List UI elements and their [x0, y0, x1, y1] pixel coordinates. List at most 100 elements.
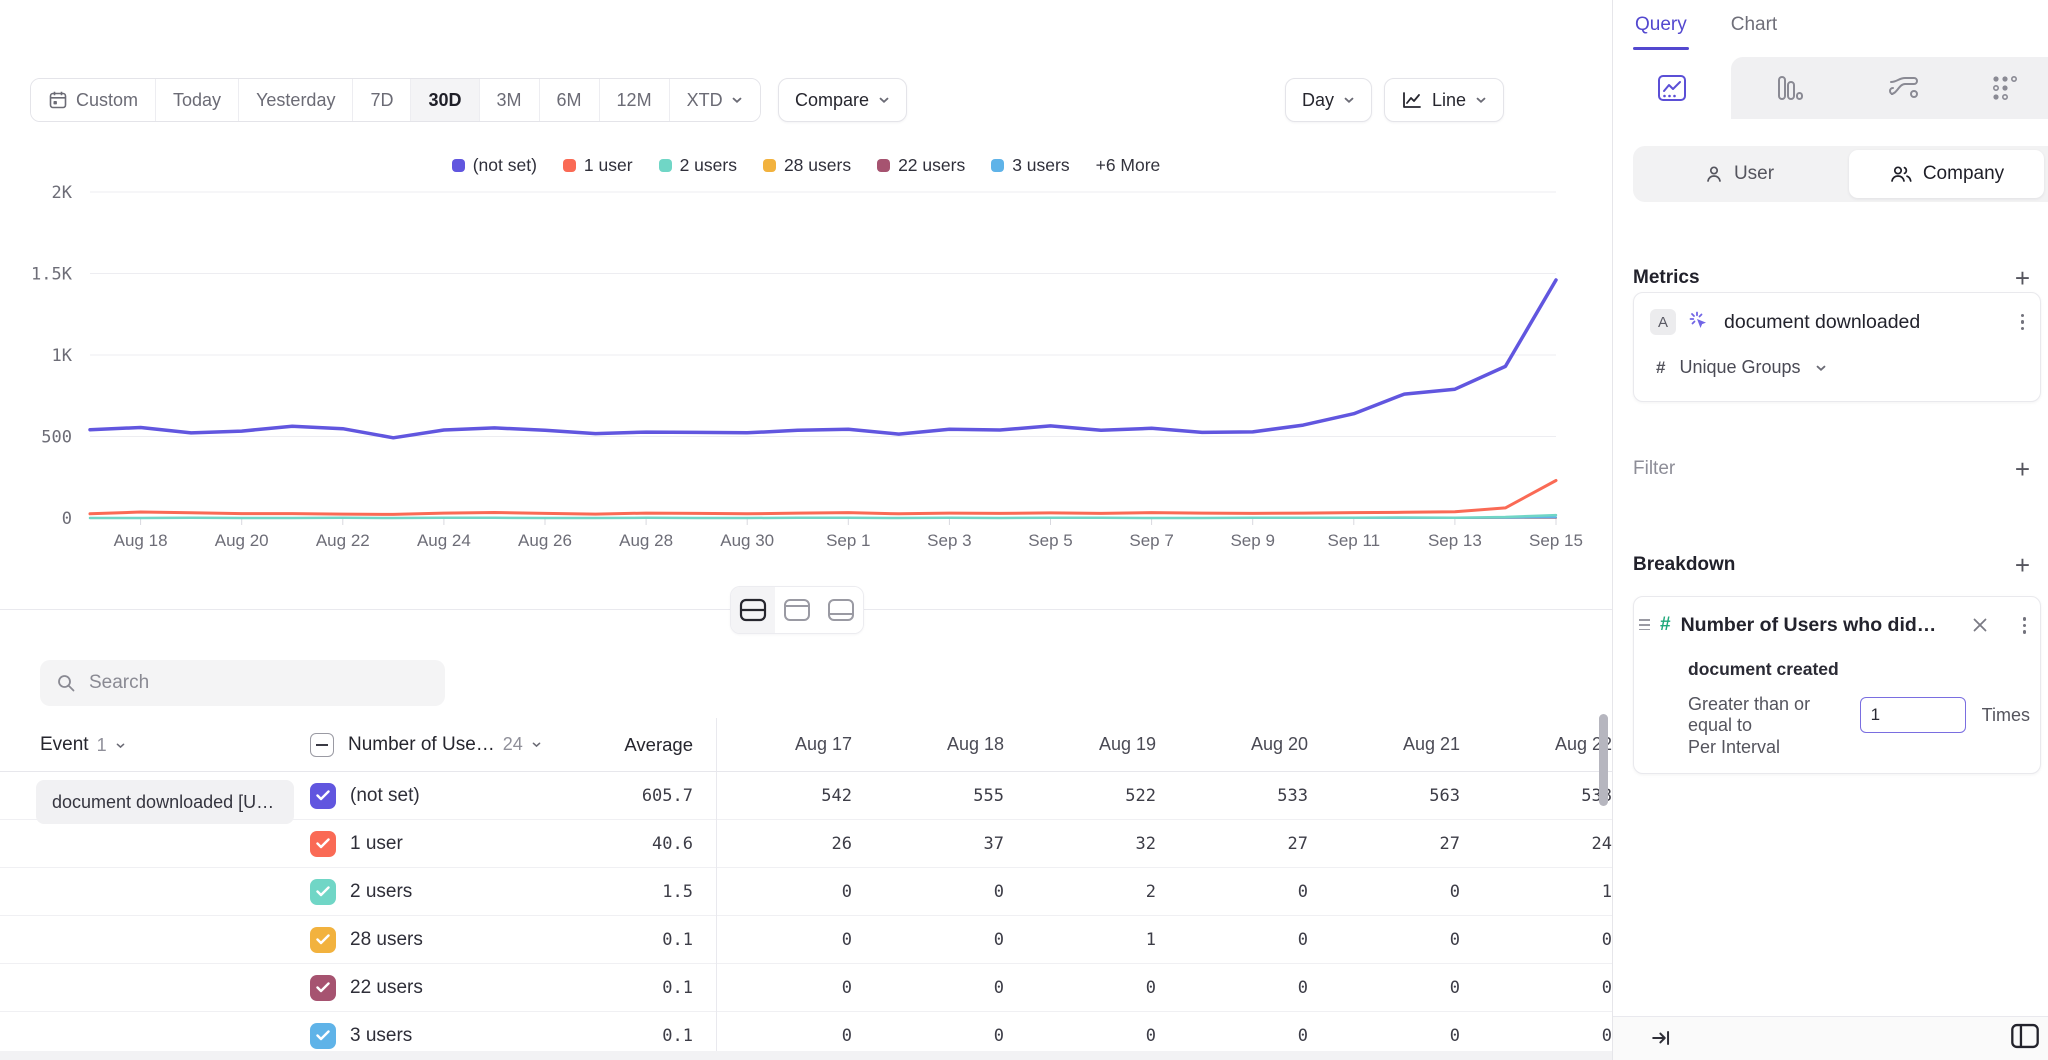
tab-chart[interactable]: Chart [1731, 14, 1777, 50]
add-metric-button[interactable]: + [2015, 265, 2030, 291]
series-checkbox[interactable] [310, 927, 336, 953]
date-column-header[interactable]: Aug 22 [1460, 734, 1612, 755]
legend-label: 3 users [1012, 155, 1069, 176]
series-line[interactable] [90, 515, 1556, 518]
layout-table-button[interactable] [819, 587, 863, 633]
y-axis-tick-label: 2K [52, 183, 73, 203]
kebab-menu-icon[interactable] [2019, 613, 2031, 638]
date-column-header[interactable]: Aug 17 [708, 734, 852, 755]
average-value: 605.7 [594, 786, 693, 806]
legend-color-chip [763, 159, 776, 172]
metric-card[interactable]: A document downloaded # Unique Groups [1633, 292, 2041, 402]
legend-item[interactable]: 2 users [659, 155, 737, 176]
range-button-custom[interactable]: Custom [31, 79, 156, 121]
legend-item[interactable]: (not set) [452, 155, 537, 176]
series-checkbox[interactable] [310, 1023, 336, 1049]
event-list-item[interactable]: document downloaded [U… [36, 780, 294, 824]
collapse-panel-icon[interactable] [1651, 1028, 1673, 1053]
search-input[interactable] [89, 672, 429, 694]
chevron-down-icon [878, 96, 890, 104]
chevron-down-icon [731, 96, 743, 104]
select-all-checkbox[interactable] [310, 733, 334, 757]
event-column-header[interactable]: Event 1 [40, 718, 126, 772]
range-button-xtd[interactable]: XTD [670, 79, 760, 121]
layout-chart-button[interactable] [775, 587, 819, 633]
chart-type-flow-tile[interactable] [1846, 57, 1961, 119]
legend-item[interactable]: 28 users [763, 155, 851, 176]
cell-value: 0 [1460, 978, 1612, 998]
legend-label: 1 user [584, 155, 633, 176]
metric-letter-badge: A [1650, 309, 1676, 335]
drag-handle-icon[interactable] [1639, 619, 1650, 630]
horizontal-scrollbar[interactable] [0, 1051, 1612, 1060]
table-row: 3 users0.1000000 [0, 1012, 1612, 1051]
grid-dots-icon [1990, 73, 2020, 103]
legend-color-chip [877, 159, 890, 172]
close-icon[interactable] [1969, 614, 1991, 636]
cell-value: 0 [852, 1026, 1004, 1046]
range-button-6m[interactable]: 6M [540, 79, 600, 121]
cell-value: 538 [1460, 786, 1612, 806]
cell-value: 522 [1004, 786, 1156, 806]
date-column-header[interactable]: Aug 20 [1156, 734, 1308, 755]
number-property-icon: # [1660, 614, 1671, 636]
legend-more-button[interactable]: +6 More [1096, 155, 1161, 176]
breakdown-card[interactable]: # Number of Users who did… document crea… [1633, 596, 2041, 774]
chart-type-grid-tile[interactable] [1961, 57, 2048, 119]
measure-selector[interactable]: Unique Groups [1679, 357, 1800, 378]
series-checkbox[interactable] [310, 783, 336, 809]
average-column-header: Average [594, 734, 693, 756]
date-column-header[interactable]: Aug 18 [852, 734, 1004, 755]
legend-color-chip [659, 159, 672, 172]
granularity-button[interactable]: Day [1285, 78, 1372, 122]
layout-split-button[interactable] [731, 587, 775, 633]
row-values: 002001 [708, 882, 1612, 902]
range-button-12m[interactable]: 12M [600, 79, 670, 121]
add-breakdown-button[interactable]: + [2015, 552, 2030, 578]
scope-company-option[interactable]: Company [1849, 150, 2044, 198]
range-button-today[interactable]: Today [156, 79, 239, 121]
cell-value: 0 [1308, 1026, 1460, 1046]
kebab-menu-icon[interactable] [2017, 310, 2029, 335]
sidebar-toggle-icon[interactable] [2010, 1022, 2040, 1055]
series-checkbox[interactable] [310, 831, 336, 857]
row-values: 000000 [708, 978, 1612, 998]
average-value: 0.1 [594, 978, 693, 998]
range-button-7d[interactable]: 7D [353, 79, 411, 121]
series-line[interactable] [90, 481, 1556, 515]
date-column-header[interactable]: Aug 19 [1004, 734, 1156, 755]
chart-type-button[interactable]: Line [1384, 78, 1504, 122]
check-icon [316, 838, 330, 849]
range-button-yesterday[interactable]: Yesterday [239, 79, 353, 121]
scope-user-option[interactable]: User [1633, 150, 1845, 198]
date-column-header[interactable]: Aug 21 [1308, 734, 1460, 755]
tab-query[interactable]: Query [1635, 14, 1687, 50]
y-axis-tick-label: 1K [52, 346, 73, 366]
cell-value: 2 [1004, 882, 1156, 902]
add-filter-button[interactable]: + [2015, 456, 2030, 482]
cell-value: 0 [852, 882, 1004, 902]
range-button-30d[interactable]: 30D [411, 79, 479, 121]
series-checkbox[interactable] [310, 879, 336, 905]
compare-button[interactable]: Compare [778, 78, 907, 122]
row-values: 542555522533563538 [708, 786, 1612, 806]
range-button-3m[interactable]: 3M [480, 79, 540, 121]
series-line[interactable] [90, 280, 1556, 438]
average-value: 0.1 [594, 930, 693, 950]
vertical-scrollbar[interactable] [1599, 714, 1608, 806]
legend-item[interactable]: 22 users [877, 155, 965, 176]
series-checkbox[interactable] [310, 975, 336, 1001]
search-box [40, 660, 445, 706]
chart-type-bar-tile[interactable] [1731, 57, 1846, 119]
legend-item[interactable]: 3 users [991, 155, 1069, 176]
chart-type-line-tile[interactable] [1613, 57, 1731, 119]
results-table: Event 1 Number of Use… 24 Average Aug 17… [0, 718, 1612, 1051]
breakdown-condition-row: Greater than or equal to Times [1688, 694, 2030, 736]
bar-chart-icon [1773, 72, 1805, 104]
times-value-input[interactable] [1860, 697, 1966, 733]
legend-item[interactable]: 1 user [563, 155, 633, 176]
check-icon [316, 982, 330, 993]
cell-value: 1 [1004, 930, 1156, 950]
cell-value: 0 [1156, 1026, 1308, 1046]
series-column-header[interactable]: Number of Use… 24 [348, 734, 594, 756]
